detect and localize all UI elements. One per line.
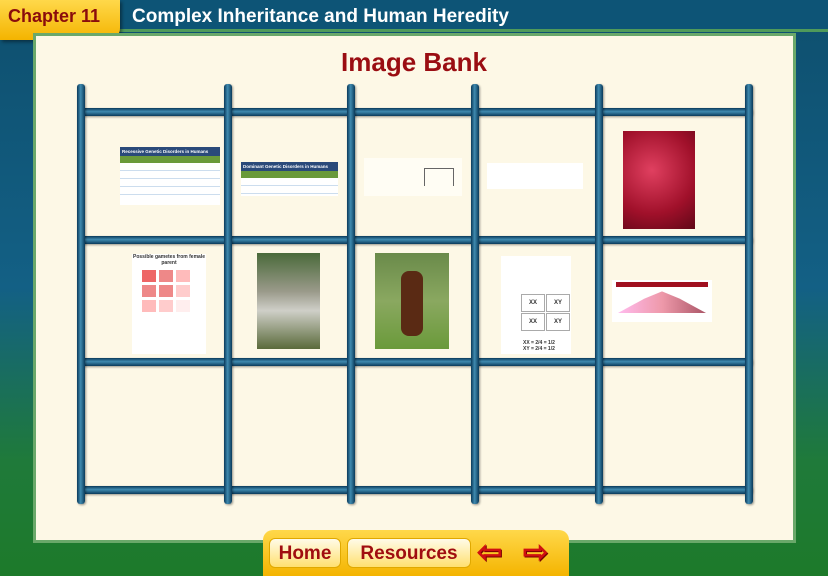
thumb-rabbit-photo[interactable] <box>257 253 320 349</box>
grid-bar <box>78 108 752 116</box>
arrow-right-icon[interactable]: ⇨ <box>523 538 548 568</box>
thumb-caption: Dominant Genetic Disorders in Humans <box>241 162 338 171</box>
chapter-title: Complex Inheritance and Human Heredity <box>132 6 509 27</box>
arrow-left-icon[interactable]: ⇦ <box>477 538 502 568</box>
grid-bar <box>78 236 752 244</box>
ratio-xy: XY = 2/4 = 1/2 <box>523 346 555 352</box>
thumb-caption: Recessive Genetic Disorders in Humans <box>120 147 220 156</box>
thumb-red-blood-cells[interactable] <box>623 131 695 229</box>
grid-bar <box>78 358 752 366</box>
pedigree-lines <box>424 168 454 186</box>
thumb-caption: Possible gametes from female parent <box>133 254 205 266</box>
thumb-sex-determination-punnett[interactable]: XX XY XX XY XX = 2/4 = 1/2 XY = 2/4 = 1/… <box>501 256 571 354</box>
home-button[interactable]: Home <box>269 538 341 568</box>
grid-bar <box>77 84 85 504</box>
page-title: Image Bank <box>341 47 487 77</box>
grid-bar <box>347 84 355 504</box>
table-header <box>241 171 338 178</box>
table-header <box>120 156 220 163</box>
thumb-genotype-diagram[interactable] <box>487 163 583 189</box>
thumb-bell-curve[interactable] <box>612 280 712 322</box>
thumb-punnett-square[interactable]: Possible gametes from female parent <box>132 254 206 354</box>
thumb-pedigree[interactable] <box>364 158 462 196</box>
sex-punnett-grid: XX XY XX XY <box>521 294 570 331</box>
grid-bar <box>224 84 232 504</box>
thumb-dominant-disorders-table[interactable]: Dominant Genetic Disorders in Humans <box>241 162 338 196</box>
grid-bar <box>745 84 753 504</box>
dog-shape <box>401 271 423 336</box>
chart-title-bar <box>616 282 708 287</box>
resources-button[interactable]: Resources <box>347 538 471 568</box>
grid-bar <box>595 84 603 504</box>
grid-bar <box>78 486 752 494</box>
navigation-bar: Home Resources ⇦ ⇨ <box>263 530 569 576</box>
thumb-recessive-disorders-table[interactable]: Recessive Genetic Disorders in Humans <box>120 147 220 205</box>
bell-curve-shape <box>618 291 706 313</box>
thumb-dog-photo[interactable] <box>375 253 449 349</box>
punnett-grid <box>142 270 196 312</box>
grid-bar <box>471 84 479 504</box>
